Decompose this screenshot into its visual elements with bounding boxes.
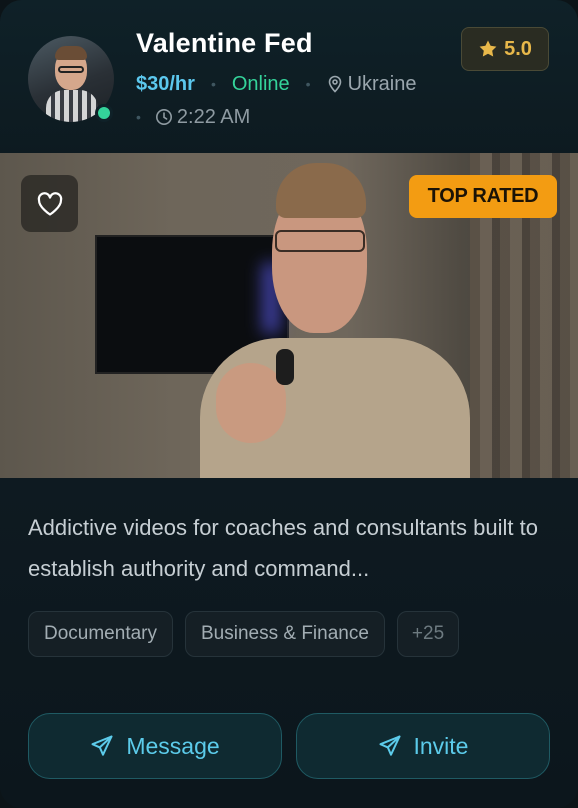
- freelancer-card: Valentine Fed $30/hr • Online • Ukraine …: [0, 0, 578, 808]
- rating-badge: 5.0: [461, 27, 549, 71]
- clock-icon: [155, 109, 172, 125]
- online-status-dot: [95, 104, 113, 122]
- tag-documentary[interactable]: Documentary: [28, 611, 173, 657]
- rating-value: 5.0: [504, 37, 532, 60]
- tag-list: Documentary Business & Finance +25: [28, 611, 460, 657]
- profile-time-row: • 2:22 AM: [136, 105, 250, 129]
- video-preview[interactable]: TOP RATED: [0, 153, 578, 478]
- send-icon: [379, 735, 400, 756]
- location-pin-icon: [328, 75, 341, 93]
- message-button[interactable]: Message: [28, 713, 282, 779]
- hourly-rate: $30/hr: [136, 72, 195, 95]
- invite-button[interactable]: Invite: [296, 713, 550, 779]
- local-time: 2:22 AM: [176, 105, 251, 128]
- location-label: Ukraine: [347, 72, 417, 95]
- online-status: Online: [231, 72, 290, 95]
- message-label: Message: [126, 732, 220, 759]
- location: Ukraine: [327, 72, 417, 96]
- invite-label: Invite: [413, 732, 469, 759]
- separator-dot: •: [210, 76, 216, 92]
- service-description: Addictive videos for coaches and consult…: [28, 515, 538, 581]
- top-rated-badge: TOP RATED: [409, 175, 557, 218]
- freelancer-name[interactable]: Valentine Fed: [136, 28, 313, 59]
- tag-more-count[interactable]: +25: [396, 611, 460, 657]
- heart-icon: [37, 191, 62, 216]
- separator-dot: •: [136, 109, 141, 125]
- separator-dot: •: [305, 76, 311, 92]
- favorite-button[interactable]: [21, 175, 78, 232]
- tag-business-finance[interactable]: Business & Finance: [185, 611, 385, 657]
- action-buttons: Message Invite: [28, 713, 550, 779]
- send-icon: [91, 735, 113, 756]
- profile-meta-row: $30/hr • Online • Ukraine: [136, 72, 416, 96]
- star-icon: [479, 40, 497, 57]
